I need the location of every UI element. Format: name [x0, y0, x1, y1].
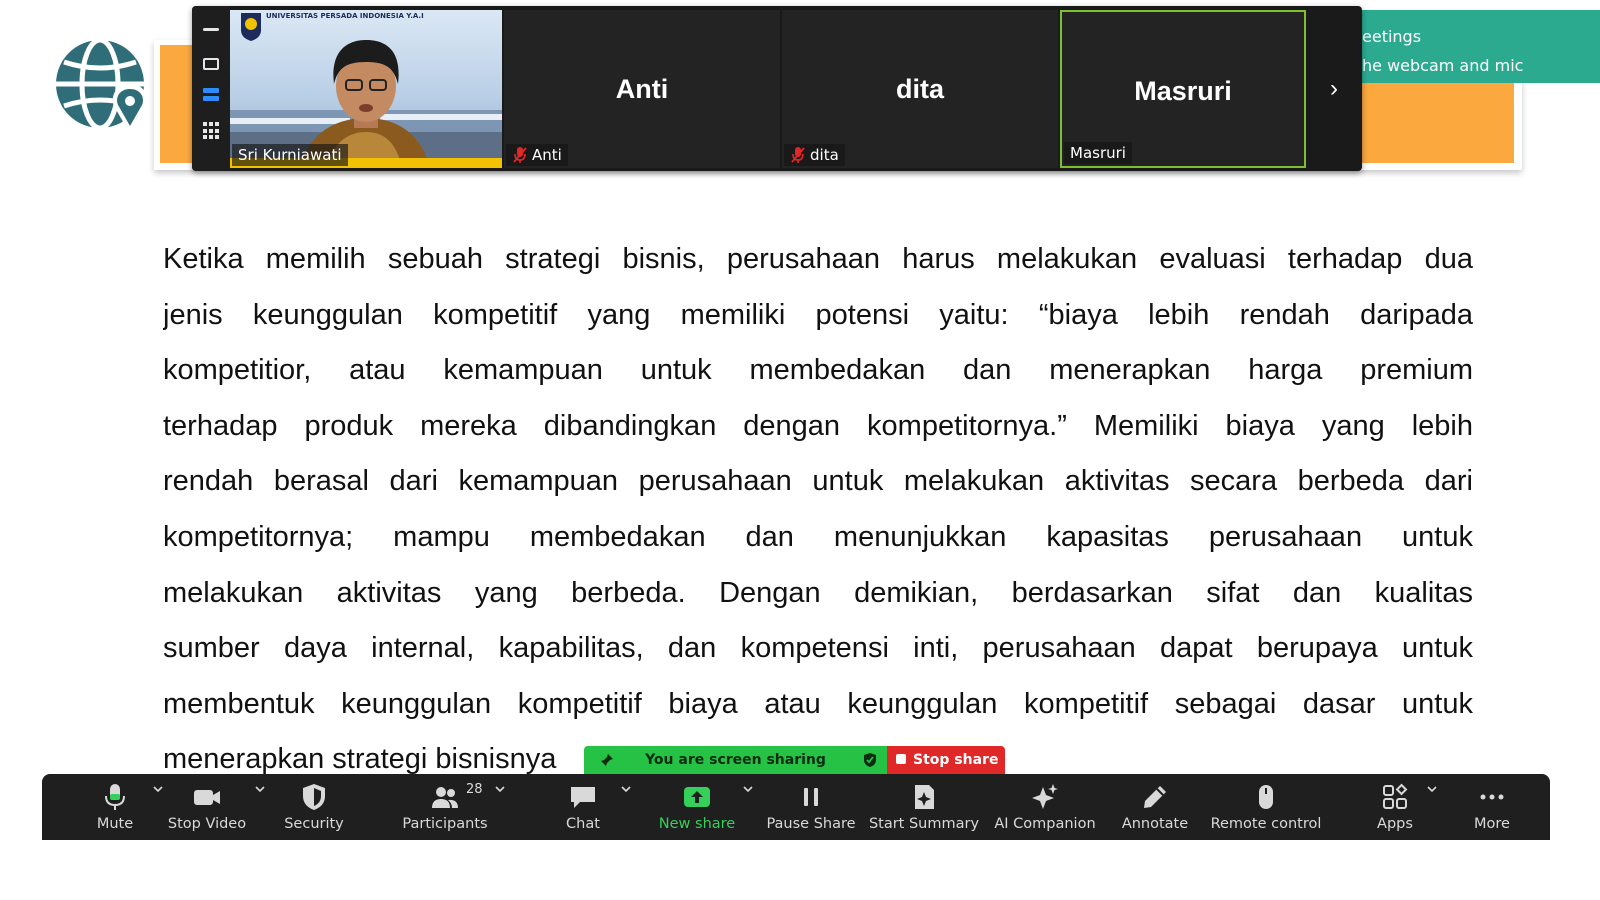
toolbar-label: AI Companion: [994, 816, 1096, 832]
participant-tile-masruri[interactable]: Masruri Masruri: [1060, 10, 1306, 168]
participant-tile-video[interactable]: UNIVERSITAS PERSADA INDONESIA Y.A.I Sri …: [230, 10, 502, 168]
paragraph-line: terhadap produk mereka dibandingkan deng…: [163, 409, 1473, 442]
toolbar-label: Remote control: [1210, 816, 1322, 832]
pause-icon: [804, 788, 818, 806]
university-name: UNIVERSITAS PERSADA INDONESIA Y.A.I: [266, 12, 424, 20]
participant-name: Anti: [532, 146, 562, 164]
participant-name: dita: [810, 146, 839, 164]
chat-options-chevron-icon[interactable]: [620, 784, 632, 794]
summary-sparkle-icon: [915, 785, 934, 809]
participants-options-chevron-icon[interactable]: [494, 784, 506, 794]
paragraph-line: jenis keunggulan kompetitif yang memilik…: [163, 298, 1473, 331]
paragraph-line: rendah berasal dari kemampuan perusahaan…: [163, 465, 1473, 498]
toolbar-label: Pause Share: [766, 816, 856, 832]
university-crest-icon: [241, 13, 261, 41]
ai-companion-button[interactable]: AI Companion: [990, 774, 1100, 840]
apps-icon: [1383, 783, 1408, 809]
start-summary-button[interactable]: Start Summary: [868, 774, 980, 840]
toolbar-label: Start Summary: [868, 816, 980, 832]
screen-sharing-status: You are screen sharing: [645, 752, 826, 768]
toolbar-label: Mute: [96, 816, 134, 832]
participant-count: 28: [466, 782, 483, 797]
ai-sparkle-icon: [1032, 784, 1058, 809]
apps-button[interactable]: Apps: [1360, 774, 1437, 840]
new-share-button[interactable]: New share: [654, 774, 753, 840]
video-strip: UNIVERSITAS PERSADA INDONESIA Y.A.I Sri …: [192, 6, 1362, 171]
participant-display-name: dita: [895, 74, 944, 104]
participant-name-label: Sri Kurniawati: [232, 144, 348, 166]
stop-share-label: Stop share: [913, 752, 999, 768]
mouse-icon: [1259, 785, 1273, 809]
participant-name-label: Masruri: [1064, 142, 1132, 164]
toolbar-label: Stop Video: [167, 816, 247, 832]
stop-share-button[interactable]: Stop share: [887, 746, 1005, 774]
participant-name: Masruri: [1070, 144, 1126, 162]
participant-name-label: Anti: [506, 144, 568, 166]
strip-view-icon[interactable]: [203, 88, 219, 104]
mic-muted-icon: [791, 147, 805, 163]
participant-tile-dita[interactable]: dita dita: [782, 10, 1058, 168]
participant-display-name: Masruri: [1134, 76, 1232, 106]
chat-button[interactable]: Chat: [552, 774, 631, 840]
meeting-toolbar: Mute Stop Video Security 28 Participants: [42, 774, 1550, 840]
paragraph-line: sumber daya internal, kapabilitas, dan k…: [163, 632, 1473, 665]
share-screen-icon: [684, 787, 710, 807]
participant-tile-anti[interactable]: Anti Anti: [504, 10, 780, 168]
participant-name-label: dita: [784, 144, 845, 166]
banner-line-2: he webcam and mic: [1362, 56, 1524, 75]
pause-share-button[interactable]: Pause Share: [762, 774, 860, 840]
speaker-view-icon[interactable]: [203, 58, 219, 70]
shield-check-icon: [864, 753, 876, 767]
video-options-chevron-icon[interactable]: [254, 784, 266, 794]
minimize-video-icon[interactable]: [203, 28, 219, 31]
mute-button[interactable]: Mute: [72, 774, 163, 840]
security-button[interactable]: Security: [272, 774, 356, 840]
meetings-tip-banner: eetings he webcam and mic: [1350, 10, 1600, 83]
participants-icon: [432, 787, 458, 808]
chat-bubble-icon: [571, 787, 595, 808]
toolbar-label: More: [1474, 816, 1510, 832]
remote-control-button[interactable]: Remote control: [1204, 774, 1328, 840]
next-page-chevron-icon[interactable]: ›: [1306, 10, 1362, 168]
share-options-chevron-icon[interactable]: [742, 784, 754, 794]
more-dots-icon: [1480, 794, 1504, 800]
participant-name: Sri Kurniawati: [238, 146, 342, 164]
shield-icon: [303, 784, 325, 810]
toolbar-label: Security: [284, 816, 344, 832]
slide-paragraph: Ketika memilih sebuah strategi bisnis, p…: [163, 232, 1473, 788]
stop-video-button[interactable]: Stop Video: [162, 774, 265, 840]
toolbar-label: Apps: [1377, 816, 1413, 832]
pencil-icon: [1144, 786, 1166, 808]
annotate-button[interactable]: Annotate: [1112, 774, 1198, 840]
view-controls: [192, 6, 230, 171]
paragraph-line: kompetitior, atau kemampuan untuk membed…: [163, 354, 1473, 387]
globe-location-logo-icon: [56, 37, 148, 134]
mic-muted-icon: [513, 147, 527, 163]
pin-icon: [601, 754, 613, 766]
toolbar-label: Chat: [566, 816, 600, 832]
paragraph-line: melakukan aktivitas yang berbeda. Dengan…: [163, 576, 1473, 609]
screen-sharing-banner[interactable]: You are screen sharing: [584, 746, 887, 774]
toolbar-label: Annotate: [1121, 816, 1189, 832]
participants-button[interactable]: 28 Participants: [392, 774, 505, 840]
stop-square-icon: [896, 754, 906, 764]
paragraph-line: kompetitornya; mampu membedakan dan menu…: [163, 520, 1473, 553]
video-camera-icon: [194, 790, 220, 805]
university-badge: UNIVERSITAS PERSADA INDONESIA Y.A.I: [236, 10, 502, 41]
paragraph-line: Ketika memilih sebuah strategi bisnis, p…: [163, 243, 1473, 275]
apps-options-chevron-icon[interactable]: [1426, 784, 1438, 794]
gallery-view-icon[interactable]: [203, 122, 219, 140]
toolbar-label: Participants: [402, 816, 488, 832]
microphone-icon: [105, 784, 125, 810]
paragraph-line: membentuk keunggulan kompetitif biaya at…: [163, 687, 1473, 720]
participant-display-name: Anti: [615, 74, 669, 104]
toolbar-label: New share: [658, 816, 736, 832]
banner-line-1: eetings: [1362, 27, 1422, 46]
more-button[interactable]: More: [1454, 774, 1530, 840]
